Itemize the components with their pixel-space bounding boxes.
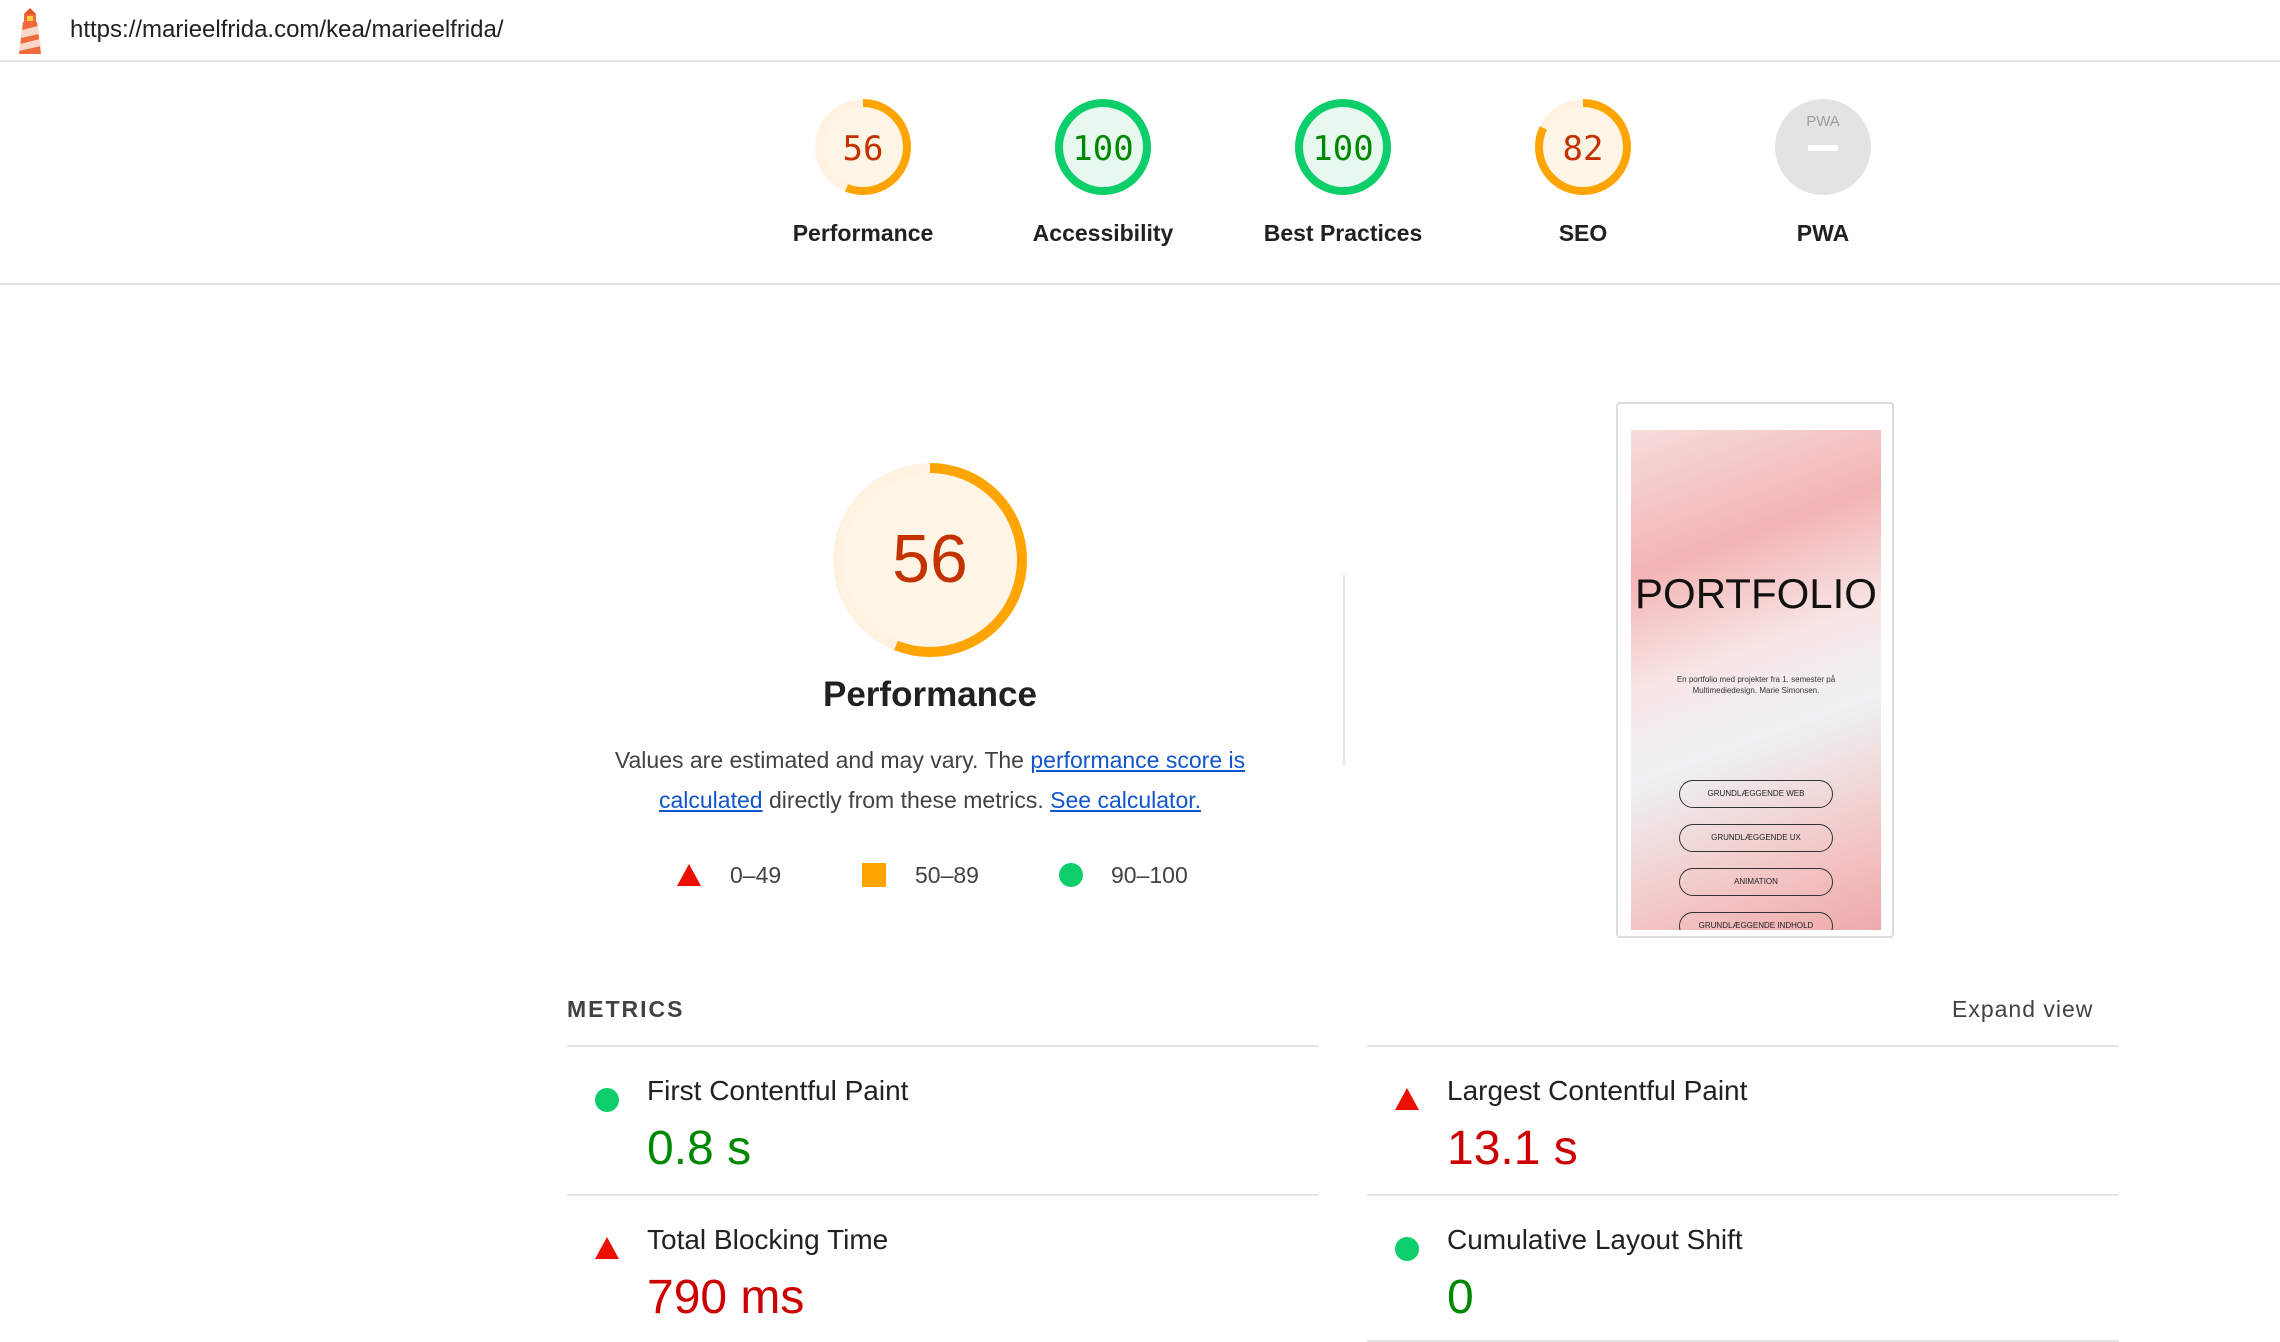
category-gauges: 56 Performance 100 Accessibility 100 Bes…: [0, 62, 2280, 285]
gauge-score: 100: [1072, 129, 1133, 169]
metric-title: Total Blocking Time: [647, 1224, 889, 1255]
gauge-pwa[interactable]: PWA PWA: [1703, 92, 1943, 247]
gauge-performance[interactable]: 56 Performance: [743, 92, 983, 247]
metric-title: Largest Contentful Paint: [1447, 1075, 1748, 1106]
circle-pass-icon: [595, 1088, 619, 1112]
page-url[interactable]: https://marieelfrida.com/kea/marieelfrid…: [70, 16, 504, 44]
description-text: directly from these metrics.: [762, 787, 1051, 813]
performance-title: Performance: [823, 675, 1037, 714]
screenshot-button: GRUNDLÆGGENDE WEB: [1679, 780, 1833, 808]
performance-gauge-ring: 56: [815, 99, 911, 195]
final-screenshot[interactable]: PORTFOLIO En portfolio med projekter fra…: [1616, 402, 1894, 938]
metrics-header: METRICS: [567, 996, 685, 1022]
performance-score-gauge: 56: [833, 463, 1027, 657]
gauge-label: PWA: [1796, 220, 1850, 246]
legend-range: 0–49: [730, 862, 782, 888]
pwa-badge-icon: PWA: [1775, 99, 1871, 195]
pwa-badge-text: PWA: [1806, 113, 1840, 130]
screenshot-button: GRUNDLÆGGENDE INDHOLD: [1679, 912, 1833, 930]
metric-first-contentful-paint: First Contentful Paint 0.8 s: [567, 1047, 1307, 1193]
gauge-label: SEO: [1558, 220, 1608, 246]
gauge-label: Performance: [792, 220, 934, 246]
gauge-best-practices[interactable]: 100 Best Practices: [1223, 92, 1463, 247]
screenshot-title: PORTFOLIO: [1635, 570, 1877, 617]
triangle-fail-icon: [1395, 1088, 1419, 1110]
metric-cumulative-layout-shift: Cumulative Layout Shift 0: [1367, 1196, 2107, 1342]
circle-pass-icon: [1395, 1237, 1419, 1261]
metric-value: 790 ms: [647, 1271, 805, 1324]
performance-score-value: 56: [892, 521, 968, 597]
description-text: Values are estimated and may vary. The: [614, 747, 1031, 773]
triangle-fail-icon: [595, 1237, 619, 1259]
performance-description: Values are estimated and may vary. The p…: [590, 740, 1270, 820]
gauge-label: Best Practices: [1263, 220, 1423, 246]
gauge-seo[interactable]: 82 SEO: [1463, 92, 1703, 247]
gauge-accessibility[interactable]: 100 Accessibility: [983, 92, 1223, 247]
metric-largest-contentful-paint: Largest Contentful Paint 13.1 s: [1367, 1047, 2107, 1193]
seo-gauge-ring: 82: [1535, 99, 1631, 195]
triangle-fail-icon: [677, 864, 701, 886]
accessibility-gauge-ring: 100: [1055, 99, 1151, 195]
circle-pass-icon: [1059, 863, 1083, 887]
gauge-score: 56: [843, 129, 884, 169]
metric-value: 0.8 s: [647, 1122, 752, 1175]
metric-value: 13.1 s: [1447, 1122, 1578, 1175]
metric-total-blocking-time: Total Blocking Time 790 ms: [567, 1196, 1307, 1342]
gauge-label: Accessibility: [1032, 220, 1174, 246]
metric-title: First Contentful Paint: [647, 1075, 909, 1106]
screenshot-subtitle: En portfolio med projekter fra 1. semest…: [1676, 675, 1836, 695]
section-divider: [1343, 575, 1345, 765]
legend-range: 50–89: [915, 862, 979, 888]
legend-range: 90–100: [1111, 862, 1188, 888]
url-bar: https://marieelfrida.com/kea/marieelfrid…: [0, 0, 2280, 62]
screenshot-button: ANIMATION: [1679, 868, 1833, 896]
screenshot-button: GRUNDLÆGGENDE UX: [1679, 824, 1833, 852]
square-average-icon: [862, 863, 886, 887]
gauge-score: 100: [1312, 129, 1373, 169]
best-practices-gauge-ring: 100: [1295, 99, 1391, 195]
see-calculator-link[interactable]: See calculator.: [1050, 787, 1201, 813]
gauge-score: 82: [1563, 129, 1604, 169]
expand-view-toggle[interactable]: Expand view: [1952, 996, 2093, 1023]
metric-title: Cumulative Layout Shift: [1447, 1224, 1743, 1255]
lighthouse-logo-icon: [19, 8, 41, 54]
metric-value: 0: [1447, 1271, 1474, 1324]
screenshot-preview: PORTFOLIO En portfolio med projekter fra…: [1631, 430, 1881, 930]
